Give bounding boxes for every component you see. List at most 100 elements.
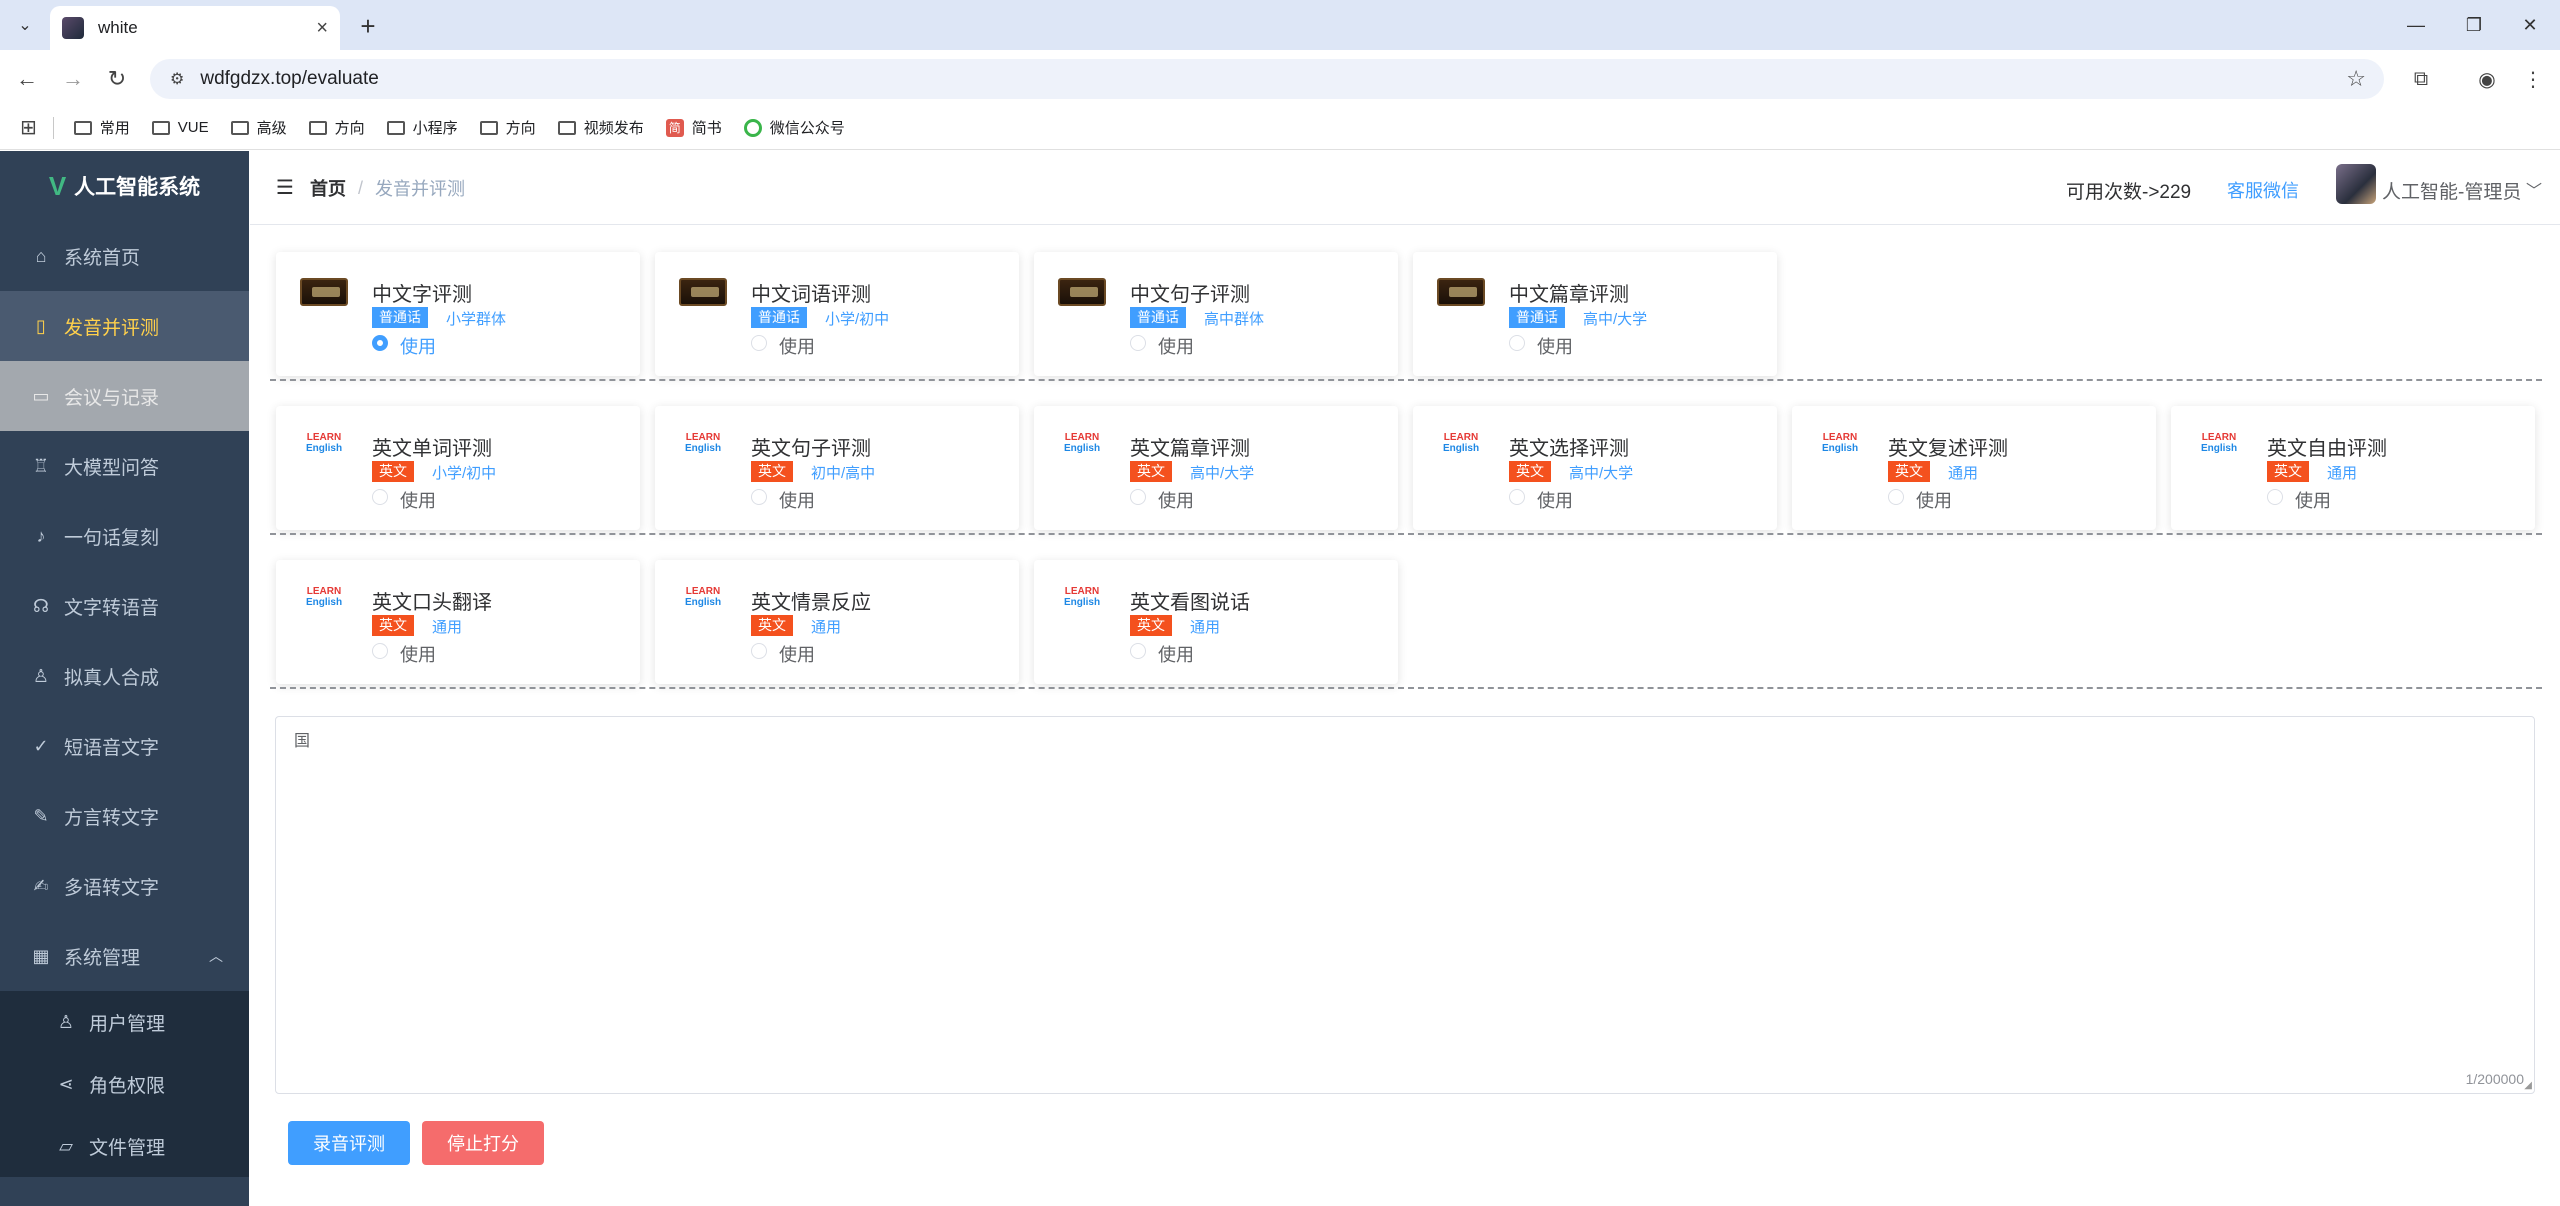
eval-card-en-passage[interactable]: LEARN English 英文篇章评测 英文 高中/大学 使用 [1034, 406, 1398, 530]
profile-icon[interactable]: ◉ [2472, 64, 2502, 94]
sidebar-subitem-roles[interactable]: ⋖ 角色权限 [0, 1053, 249, 1115]
use-radio[interactable] [1888, 489, 1904, 505]
sidebar-item-multilang[interactable]: ✍ 多语转文字 [0, 851, 249, 921]
apps-grid-icon[interactable]: ⊞ [20, 115, 37, 140]
sidebar-item-llm-qa[interactable]: ♖ 大模型问答 [0, 431, 249, 501]
use-radio[interactable] [1130, 489, 1146, 505]
back-arrow-icon[interactable]: ← [10, 62, 44, 96]
eval-card-en-word[interactable]: LEARN English 英文单词评测 英文 小学/初中 使用 [276, 406, 640, 530]
language-tag: 英文 [751, 461, 793, 482]
sidebar-item-dialect[interactable]: ✎ 方言转文字 [0, 781, 249, 851]
sidebar-item-tts[interactable]: ☊ 文字转语音 [0, 571, 249, 641]
tab-search-chevron-icon[interactable]: ⌄ [10, 10, 40, 40]
bookmark-folder[interactable]: VUE [151, 119, 209, 136]
use-radio-label[interactable]: 使用 [1158, 487, 1194, 513]
app-logo[interactable]: V 人工智能系统 [0, 151, 249, 221]
sidebar-item-human-synthesis[interactable]: ♙ 拟真人合成 [0, 641, 249, 711]
site-settings-icon[interactable]: ⚙ [170, 69, 184, 89]
new-tab-plus-icon[interactable]: + [352, 10, 384, 42]
breadcrumb-home[interactable]: 首页 [310, 175, 346, 201]
extensions-icon[interactable]: ⧉ [2406, 64, 2436, 94]
use-radio-label[interactable]: 使用 [779, 641, 815, 667]
avatar[interactable] [2336, 164, 2376, 204]
use-radio[interactable] [2267, 489, 2283, 505]
use-radio-label[interactable]: 使用 [400, 487, 436, 513]
bookmark-wechat[interactable]: 微信公众号 [743, 117, 845, 138]
stop-scoring-button[interactable]: 停止打分 [422, 1121, 544, 1165]
eval-card-cn-char[interactable]: 中文字评测 普通话 小学群体 使用 [276, 252, 640, 376]
url-text[interactable]: wdfgdzx.top/evaluate [200, 68, 2346, 90]
url-field[interactable]: ⚙ wdfgdzx.top/evaluate ☆ [150, 59, 2384, 99]
eval-card-en-free[interactable]: LEARN English 英文自由评测 英文 通用 使用 [2171, 406, 2535, 530]
level-label: 通用 [432, 619, 463, 636]
use-radio-label[interactable]: 使用 [400, 333, 436, 359]
eval-card-cn-word[interactable]: 中文词语评测 普通话 小学/初中 使用 [655, 252, 1019, 376]
reload-icon[interactable]: ↻ [100, 62, 134, 96]
forward-arrow-icon[interactable]: → [56, 62, 90, 96]
use-radio-label[interactable]: 使用 [1158, 641, 1194, 667]
eval-card-en-picture[interactable]: LEARN English 英文看图说话 英文 通用 使用 [1034, 560, 1398, 684]
use-radio-label[interactable]: 使用 [1916, 487, 1952, 513]
use-radio-label[interactable]: 使用 [1537, 487, 1573, 513]
use-radio-label[interactable]: 使用 [2295, 487, 2331, 513]
browser-menu-icon[interactable]: ⋮ [2518, 64, 2548, 94]
bookmark-folder[interactable]: 方向 [308, 117, 365, 138]
use-radio[interactable] [1130, 643, 1146, 659]
sidebar-item-home[interactable]: ⌂ 系统首页 [0, 221, 249, 291]
eval-card-cn-passage[interactable]: 中文篇章评测 普通话 高中/大学 使用 [1413, 252, 1777, 376]
use-radio[interactable] [372, 489, 388, 505]
use-radio[interactable] [751, 489, 767, 505]
bookmark-star-icon[interactable]: ☆ [2346, 66, 2366, 92]
eval-card-en-situation[interactable]: LEARN English 英文情景反应 英文 通用 使用 [655, 560, 1019, 684]
use-radio-label[interactable]: 使用 [400, 641, 436, 667]
use-radio[interactable] [751, 643, 767, 659]
minimize-icon[interactable]: — [2396, 8, 2436, 42]
record-evaluate-button[interactable]: 录音评测 [288, 1121, 410, 1165]
home-icon: ⌂ [35, 245, 47, 266]
close-window-icon[interactable]: ✕ [2510, 8, 2550, 42]
use-radio-label[interactable]: 使用 [779, 333, 815, 359]
restore-icon[interactable]: ❐ [2454, 8, 2494, 42]
language-tag: 普通话 [751, 307, 807, 328]
use-radio-label[interactable]: 使用 [1537, 333, 1573, 359]
eval-card-en-choice[interactable]: LEARN English 英文选择评测 英文 高中/大学 使用 [1413, 406, 1777, 530]
card-title: 英文篇章评测 [1130, 438, 1250, 460]
sidebar-subitem-files[interactable]: ▱ 文件管理 [0, 1115, 249, 1177]
use-radio[interactable] [372, 335, 388, 351]
use-radio[interactable] [372, 643, 388, 659]
resize-handle-icon[interactable]: ◢ [2524, 1080, 2532, 1091]
use-radio[interactable] [751, 335, 767, 351]
bookmark-folder[interactable]: 方向 [479, 117, 536, 138]
eval-card-en-translate[interactable]: LEARN English 英文口头翻译 英文 通用 使用 [276, 560, 640, 684]
bookmark-folder[interactable]: 视频发布 [557, 117, 644, 138]
sidebar-item-label: 多语转文字 [64, 877, 160, 899]
tab-close-icon[interactable]: × [316, 17, 328, 40]
hamburger-icon[interactable]: ☰ [276, 175, 294, 200]
sidebar-item-system[interactable]: ▦ 系统管理 ︿ [0, 921, 249, 991]
evaluation-text-value[interactable]: 国 [294, 727, 310, 751]
use-radio[interactable] [1130, 335, 1146, 351]
eval-card-en-sentence[interactable]: LEARN English 英文句子评测 英文 初中/高中 使用 [655, 406, 1019, 530]
sidebar-item-meeting[interactable]: ▭ 会议与记录 [0, 361, 249, 431]
sidebar-item-short-voice[interactable]: ✓ 短语音文字 [0, 711, 249, 781]
use-radio[interactable] [1509, 335, 1525, 351]
use-radio-label[interactable]: 使用 [779, 487, 815, 513]
use-radio[interactable] [1509, 489, 1525, 505]
eval-card-cn-sentence[interactable]: 中文句子评测 普通话 高中群体 使用 [1034, 252, 1398, 376]
bookmark-folder[interactable]: 常用 [73, 117, 130, 138]
eval-card-en-retell[interactable]: LEARN English 英文复述评测 英文 通用 使用 [1792, 406, 2156, 530]
sidebar-subitem-users[interactable]: ♙ 用户管理 [0, 991, 249, 1053]
sidebar-item-voice-clone[interactable]: ♪ 一句话复刻 [0, 501, 249, 571]
bookmark-folder[interactable]: 小程序 [386, 117, 458, 138]
evaluation-text-input[interactable]: 国 1/200000 ◢ [275, 716, 2535, 1094]
browser-tab[interactable]: white × [50, 6, 340, 50]
bookmark-folder[interactable]: 高级 [230, 117, 287, 138]
customer-service-link[interactable]: 客服微信 [2227, 177, 2299, 203]
sidebar-item-evaluate[interactable]: ▯ 发音并评测 [0, 291, 249, 361]
folder-icon [386, 120, 405, 135]
use-radio-label[interactable]: 使用 [1158, 333, 1194, 359]
bookmark-label: 微信公众号 [769, 120, 845, 137]
bookmark-jianshu[interactable]: 简简书 [665, 117, 722, 138]
user-name[interactable]: 人工智能-管理员 [2382, 177, 2521, 204]
chevron-down-icon[interactable]: ﹀ [2526, 177, 2542, 201]
